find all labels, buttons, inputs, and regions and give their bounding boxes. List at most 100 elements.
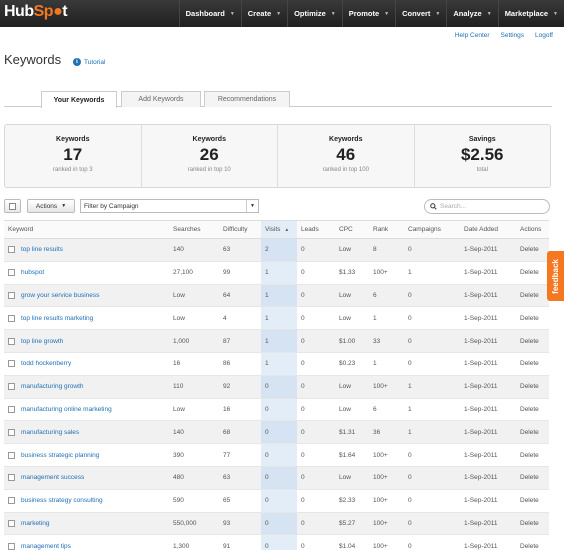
visits-cell[interactable]: 0 (261, 375, 297, 399)
row-checkbox[interactable] (8, 360, 15, 368)
col-keyword[interactable]: Keyword (4, 220, 169, 239)
campaigns-cell[interactable]: 1 (404, 398, 460, 422)
nav-item-dashboard[interactable]: Dashboard ▼ (178, 0, 241, 27)
col-difficulty[interactable]: Difficulty (219, 220, 261, 239)
keyword-link[interactable]: business strategic planning (21, 452, 99, 459)
col-rank[interactable]: Rank (369, 220, 404, 239)
keyword-link[interactable]: top line results (21, 246, 63, 253)
keyword-link[interactable]: manufacturing sales (21, 429, 79, 436)
col-visits[interactable]: Visits ▲ (261, 220, 297, 239)
row-checkbox[interactable] (8, 314, 15, 322)
campaigns-cell[interactable]: 0 (404, 306, 460, 331)
nav-item-optimize[interactable]: Optimize ▼ (287, 0, 342, 27)
keyword-link[interactable]: grow your service business (21, 292, 99, 299)
settings-link[interactable]: Settings (501, 32, 525, 39)
tab-add-keywords[interactable]: Add Keywords (121, 91, 201, 107)
delete-link[interactable]: Delete (516, 238, 549, 262)
keyword-link[interactable]: management success (21, 474, 84, 481)
delete-link[interactable]: Delete (516, 534, 549, 550)
select-all-button[interactable] (4, 199, 21, 213)
visits-cell[interactable]: 0 (261, 534, 297, 550)
col-campaigns[interactable]: Campaigns (404, 220, 460, 239)
delete-link[interactable]: Delete (516, 261, 549, 285)
search-input[interactable]: Search... (424, 199, 550, 214)
row-checkbox[interactable] (8, 451, 15, 459)
delete-link[interactable]: Delete (516, 443, 549, 467)
row-checkbox[interactable] (8, 383, 15, 391)
visits-cell[interactable]: 1 (261, 306, 297, 331)
row-checkbox[interactable] (8, 428, 15, 436)
tab-your-keywords[interactable]: Your Keywords (41, 91, 117, 108)
tab-recommendations[interactable]: Recommendations (204, 91, 290, 107)
col-cpc[interactable]: CPC (335, 220, 369, 239)
visits-cell[interactable]: 0 (261, 398, 297, 422)
row-checkbox[interactable] (8, 542, 15, 550)
campaigns-cell[interactable]: 0 (404, 466, 460, 490)
row-checkbox[interactable] (8, 405, 15, 413)
keyword-link[interactable]: hubspot (21, 269, 44, 276)
delete-link[interactable]: Delete (516, 284, 549, 308)
col-leads[interactable]: Leads (297, 220, 335, 239)
nav-item-create[interactable]: Create ▼ (240, 0, 287, 27)
visits-cell[interactable]: 0 (261, 489, 297, 513)
campaigns-cell[interactable]: 1 (404, 420, 460, 445)
difficulty-cell: 4 (219, 306, 261, 331)
campaigns-cell[interactable]: 0 (404, 489, 460, 513)
row-checkbox[interactable] (8, 497, 15, 505)
keyword-link[interactable]: marketing (21, 520, 50, 527)
campaigns-cell[interactable]: 0 (404, 443, 460, 467)
delete-link[interactable]: Delete (516, 466, 549, 490)
col-searches[interactable]: Searches (169, 220, 219, 239)
nav-item-promote[interactable]: Promote ▼ (341, 0, 395, 27)
row-checkbox[interactable] (8, 474, 15, 482)
row-checkbox[interactable] (8, 246, 15, 254)
col-date-added[interactable]: Date Added (460, 220, 516, 239)
keyword-link[interactable]: top line results marketing (21, 315, 93, 322)
delete-link[interactable]: Delete (516, 489, 549, 513)
visits-cell[interactable]: 1 (261, 329, 297, 353)
campaign-filter-select[interactable]: Filter by Campaign ▼ (80, 199, 259, 213)
tutorial-link[interactable]: i Tutorial (73, 58, 105, 66)
delete-link[interactable]: Delete (516, 306, 549, 331)
keyword-link[interactable]: business strategy consulting (21, 497, 103, 504)
campaigns-cell[interactable]: 0 (404, 329, 460, 353)
row-checkbox[interactable] (8, 337, 15, 345)
visits-cell[interactable]: 2 (261, 238, 297, 262)
row-checkbox[interactable] (8, 291, 15, 299)
nav-item-marketplace[interactable]: Marketplace ▼ (497, 0, 564, 27)
keyword-link[interactable]: management tips (21, 543, 71, 550)
campaigns-cell[interactable]: 0 (404, 284, 460, 308)
visits-cell[interactable]: 1 (261, 261, 297, 285)
campaigns-cell[interactable]: 0 (404, 534, 460, 550)
campaigns-cell[interactable]: 1 (404, 261, 460, 285)
visits-cell[interactable]: 0 (261, 466, 297, 490)
campaigns-cell[interactable]: 0 (404, 352, 460, 376)
visits-cell[interactable]: 0 (261, 443, 297, 467)
keyword-link[interactable]: manufacturing online marketing (21, 406, 112, 413)
hubspot-logo[interactable]: HubSp●t (4, 3, 68, 21)
visits-cell[interactable]: 1 (261, 284, 297, 308)
delete-link[interactable]: Delete (516, 329, 549, 353)
nav-item-convert[interactable]: Convert ▼ (395, 0, 446, 27)
keyword-link[interactable]: top line growth (21, 338, 63, 345)
campaigns-cell[interactable]: 0 (404, 512, 460, 536)
delete-link[interactable]: Delete (516, 420, 549, 445)
visits-cell[interactable]: 1 (261, 352, 297, 376)
delete-link[interactable]: Delete (516, 512, 549, 536)
campaigns-cell[interactable]: 0 (404, 238, 460, 262)
actions-button[interactable]: Actions ▼ (27, 199, 75, 213)
delete-link[interactable]: Delete (516, 352, 549, 376)
help-center-link[interactable]: Help Center (455, 32, 490, 39)
feedback-tab[interactable]: feedback (547, 251, 564, 301)
logoff-link[interactable]: Logoff (535, 32, 553, 39)
visits-cell[interactable]: 0 (261, 512, 297, 536)
nav-item-analyze[interactable]: Analyze ▼ (446, 0, 497, 27)
delete-link[interactable]: Delete (516, 375, 549, 399)
row-checkbox[interactable] (8, 519, 15, 527)
campaigns-cell[interactable]: 1 (404, 375, 460, 399)
keyword-link[interactable]: todd hockenberry (21, 360, 71, 367)
keyword-link[interactable]: manufacturing growth (21, 383, 84, 390)
row-checkbox[interactable] (8, 269, 15, 277)
delete-link[interactable]: Delete (516, 398, 549, 422)
visits-cell[interactable]: 0 (261, 420, 297, 445)
